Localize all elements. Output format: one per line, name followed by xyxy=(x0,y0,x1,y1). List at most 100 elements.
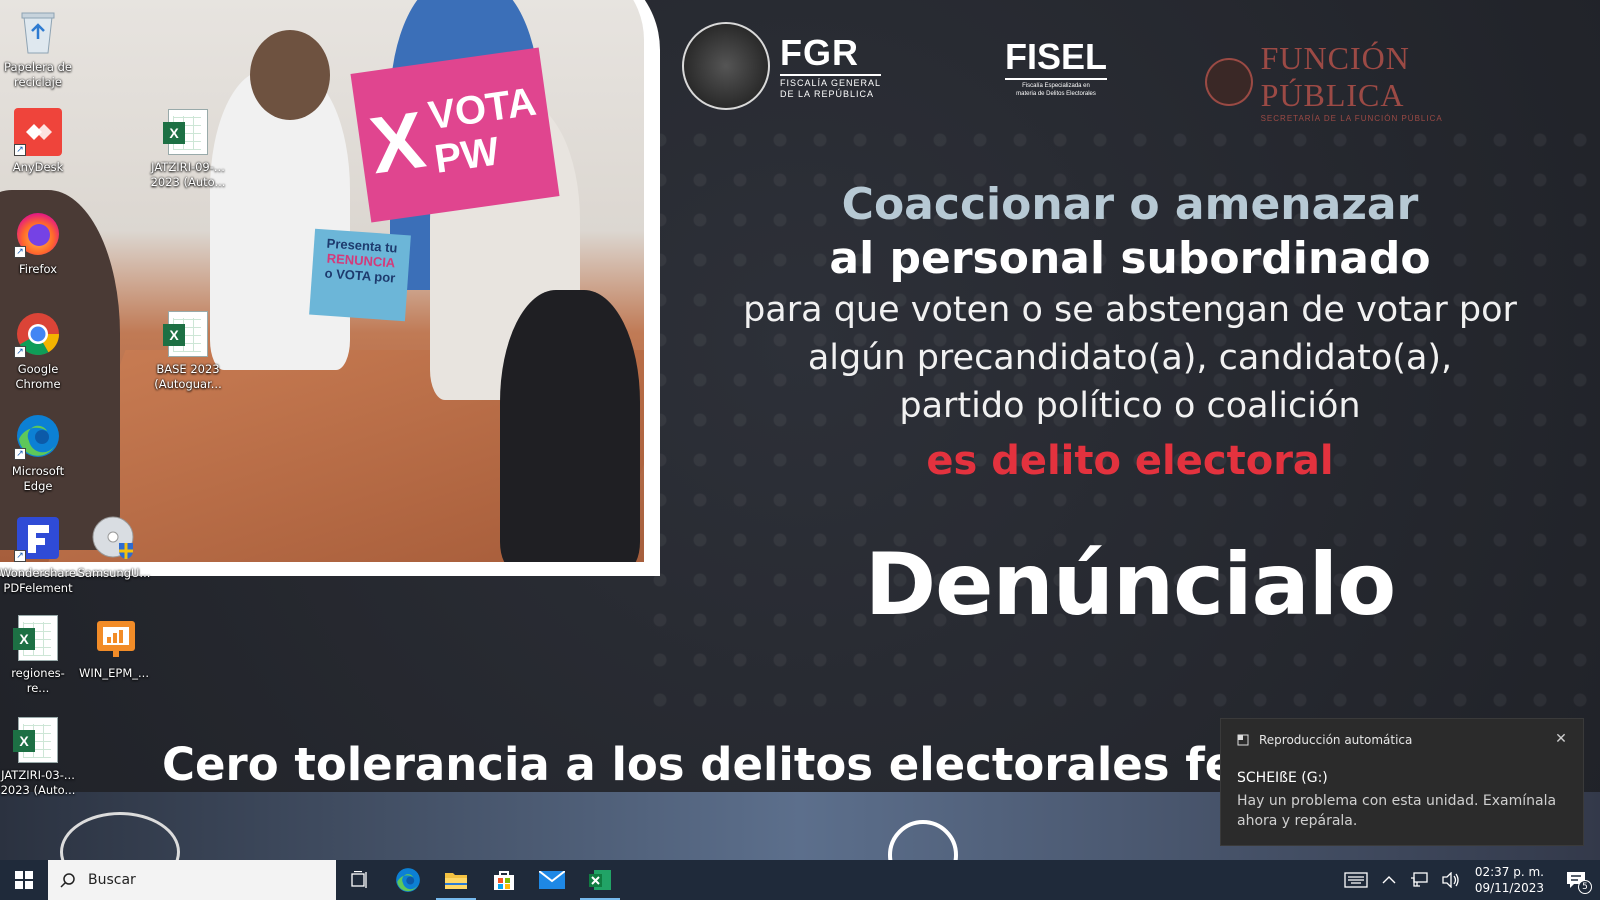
speaker-icon xyxy=(1442,872,1459,888)
desktop-icon-edge[interactable]: ↗ Microsoft Edge xyxy=(0,412,76,494)
shortcut-arrow-icon: ↗ xyxy=(14,448,26,460)
photo-person-right xyxy=(500,290,640,562)
system-tray: 02:37 p. m. 09/11/2023 5 xyxy=(1337,860,1600,900)
slogan-text: Cero tolerancia a los delitos electorale… xyxy=(162,738,1268,791)
autoplay-notification[interactable]: Reproducción automática ✕ SCHEIßE (G:) H… xyxy=(1220,718,1584,846)
sign-vota-mark: X xyxy=(364,94,431,191)
taskbar-edge[interactable] xyxy=(384,860,432,900)
fisel-logo-title: FISEL xyxy=(1005,36,1108,77)
fisel-logo-sub1: Fiscalía Especializada en xyxy=(1022,83,1090,89)
fisel-logo-sub2: materia de Delitos Electorales xyxy=(1016,91,1096,97)
taskbar-clock[interactable]: 02:37 p. m. 09/11/2023 xyxy=(1467,864,1552,896)
desktop-icon-anydesk[interactable]: ↗ AnyDesk xyxy=(0,108,76,175)
excel-file-icon: X xyxy=(13,716,62,764)
excel-file-icon: X xyxy=(163,108,212,156)
shortcut-arrow-icon: ↗ xyxy=(14,550,26,562)
campaign-message: Coaccionar o amenazar al personal subord… xyxy=(690,178,1570,490)
touch-keyboard-icon xyxy=(1344,872,1368,888)
shortcut-arrow-icon: ↗ xyxy=(14,346,26,358)
mail-icon xyxy=(539,871,565,889)
desktop-icon-excel-regiones[interactable]: X regiones-re... xyxy=(0,614,76,696)
search-icon xyxy=(60,873,75,888)
desktop-icon-label: SamsungU... xyxy=(77,566,151,580)
task-view-icon xyxy=(351,871,367,888)
tray-volume[interactable] xyxy=(1435,860,1467,900)
presentation-app-icon xyxy=(90,614,138,662)
header-logos: FGR FISCALÍA GENERAL DE LA REPÚBLICA FIS… xyxy=(680,22,1560,123)
shortcut-arrow-icon: ↗ xyxy=(14,246,26,258)
excel-file-icon: X xyxy=(163,310,212,358)
desktop-icon-recycle-bin[interactable]: Papelera de reciclaje xyxy=(0,8,76,90)
store-bag-icon xyxy=(494,871,514,890)
meeting-photo: X VOTA PW Presenta tu RENUNCIA o VOTA po… xyxy=(0,0,644,562)
edge-icon: ↗ xyxy=(14,412,62,460)
toast-close-icon[interactable]: ✕ xyxy=(1551,729,1571,749)
desktop-icon-excel-jatziri-03[interactable]: X JATZIRI-03-... 2023 (Auto... xyxy=(0,716,76,798)
clock-time: 02:37 p. m. xyxy=(1474,865,1544,879)
desktop-icon-label: Wondershare PDFelement xyxy=(0,566,77,595)
desktop-icon-label: Papelera de reciclaje xyxy=(4,60,72,89)
sign-vota: X VOTA PW xyxy=(350,47,560,223)
taskbar-search-box[interactable]: Buscar xyxy=(48,860,336,900)
desktop-icon-excel-jatziri-09[interactable]: X JATZIRI-09-... 2023 (Auto... xyxy=(150,108,226,190)
fgr-logo: FGR FISCALÍA GENERAL DE LA REPÚBLICA xyxy=(780,32,882,100)
network-icon xyxy=(1410,872,1428,887)
message-line-3: para que voten o se abstengan de votar p… xyxy=(743,290,1517,330)
photo-person-head xyxy=(250,30,330,120)
edge-icon xyxy=(396,868,420,892)
autoplay-icon xyxy=(1237,734,1249,746)
message-line-1: Coaccionar o amenazar xyxy=(841,179,1419,230)
anydesk-icon: ↗ xyxy=(14,108,62,156)
desktop-icon-samsung[interactable]: SamsungU... xyxy=(76,514,152,581)
desktop-icon-pdfelement[interactable]: ↗ Wondershare PDFelement xyxy=(0,514,76,596)
action-center-button[interactable]: 5 xyxy=(1552,860,1600,900)
recycle-bin-icon xyxy=(14,8,62,56)
desktop-icon-label: regiones-re... xyxy=(11,666,65,695)
funcion-publica-emblem-icon xyxy=(1205,57,1253,106)
desktop-icon-chrome[interactable]: ↗ Google Chrome xyxy=(0,310,76,392)
desktop-icon-label: AnyDesk xyxy=(12,160,64,174)
firefox-icon: ↗ xyxy=(14,210,62,258)
sign-renuncia: Presenta tu RENUNCIA o VOTA por xyxy=(309,228,411,322)
fgr-logo-sub2: DE LA REPÚBLICA xyxy=(780,89,875,99)
desktop-icon-win-epm[interactable]: WIN_EPM_... xyxy=(76,614,152,681)
taskbar-mail[interactable] xyxy=(528,860,576,900)
toast-title: SCHEIßE (G:) xyxy=(1237,770,1328,786)
denuncialo-heading: Denúncialo xyxy=(864,535,1396,635)
taskbar-store[interactable] xyxy=(480,860,528,900)
desktop-icon-label: BASE 2023 (Autoguar... xyxy=(154,362,222,391)
task-view-button[interactable] xyxy=(336,860,384,900)
desktop-icon-label: WIN_EPM_... xyxy=(79,666,149,680)
start-button[interactable] xyxy=(0,860,48,900)
shortcut-arrow-icon: ↗ xyxy=(14,144,26,156)
desktop-icon-label: Firefox xyxy=(18,262,58,276)
fgr-logo-title: FGR xyxy=(780,32,859,73)
desktop-icon-label: JATZIRI-03-... 2023 (Auto... xyxy=(0,768,76,797)
desktop-icon-label: Microsoft Edge xyxy=(11,464,65,493)
excel-icon xyxy=(589,870,611,890)
toast-header: Reproducción automática xyxy=(1237,733,1412,747)
message-line-2: al personal subordinado xyxy=(829,233,1431,284)
search-placeholder: Buscar xyxy=(88,872,136,888)
chevron-up-icon xyxy=(1382,876,1396,884)
notification-count-badge: 5 xyxy=(1578,880,1592,894)
desktop-icon-excel-base-2023[interactable]: X BASE 2023 (Autoguar... xyxy=(150,310,226,392)
fisel-logo: FISEL Fiscalía Especializada en materia … xyxy=(1005,36,1108,98)
message-line-4: algún precandidato(a), candidato(a), xyxy=(807,338,1453,378)
funcion-publica-logo: FUNCIÓN PÚBLICA SECRETARÍA DE LA FUNCIÓN… xyxy=(1205,40,1560,123)
funcion-publica-title: FUNCIÓN PÚBLICA xyxy=(1260,40,1410,113)
pdfelement-icon: ↗ xyxy=(14,514,62,562)
tray-network[interactable] xyxy=(1403,860,1435,900)
folder-icon xyxy=(445,873,467,889)
tray-show-hidden[interactable] xyxy=(1375,860,1403,900)
tray-keyboard[interactable] xyxy=(1337,860,1375,900)
desktop-icon-firefox[interactable]: ↗ Firefox xyxy=(0,210,76,277)
taskbar-file-explorer[interactable] xyxy=(432,860,480,900)
message-line-6: es delito electoral xyxy=(926,438,1334,484)
desktop-icon-label: JATZIRI-09-... 2023 (Auto... xyxy=(150,160,226,189)
fgr-logo-sub1: FISCALÍA GENERAL xyxy=(780,78,882,88)
taskbar-excel[interactable] xyxy=(576,860,624,900)
funcion-publica-sub: SECRETARÍA DE LA FUNCIÓN PÚBLICA xyxy=(1260,114,1443,123)
desktop-icon-label: Google Chrome xyxy=(15,362,61,391)
taskbar: Buscar 02:37 p. m. 09/11/2023 5 xyxy=(0,860,1600,900)
